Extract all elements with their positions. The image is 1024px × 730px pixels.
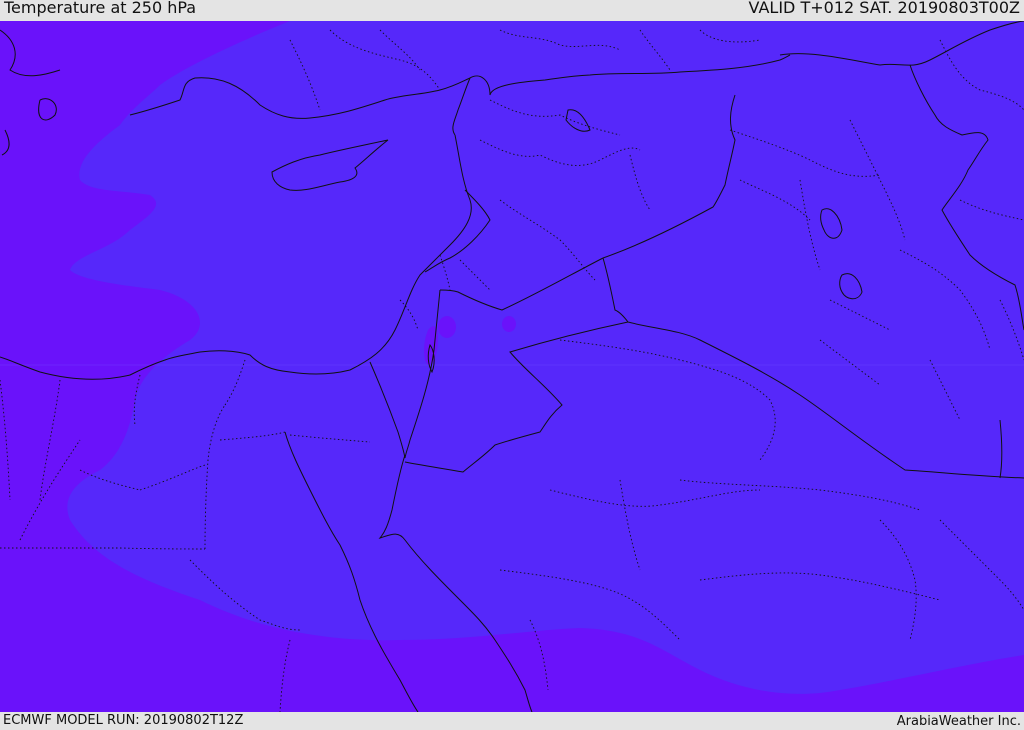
header-bar: Temperature at 250 hPa VALID T+012 SAT. … [0,0,1024,21]
warmer-band-area [67,21,1024,694]
valid-time: VALID T+012 SAT. 20190803T00Z [748,0,1020,17]
model-run: ECMWF MODEL RUN: 20190802T12Z [3,713,244,728]
weather-map[interactable] [0,21,1024,712]
map-canvas [0,21,1024,712]
credit-text: ArabiaWeather Inc. [896,714,1021,729]
warm-spot-small [438,316,456,338]
map-title: Temperature at 250 hPa [4,0,197,17]
footer-bar: ECMWF MODEL RUN: 20190802T12Z ArabiaWeat… [0,712,1024,729]
warm-spot-tiny [502,316,516,332]
